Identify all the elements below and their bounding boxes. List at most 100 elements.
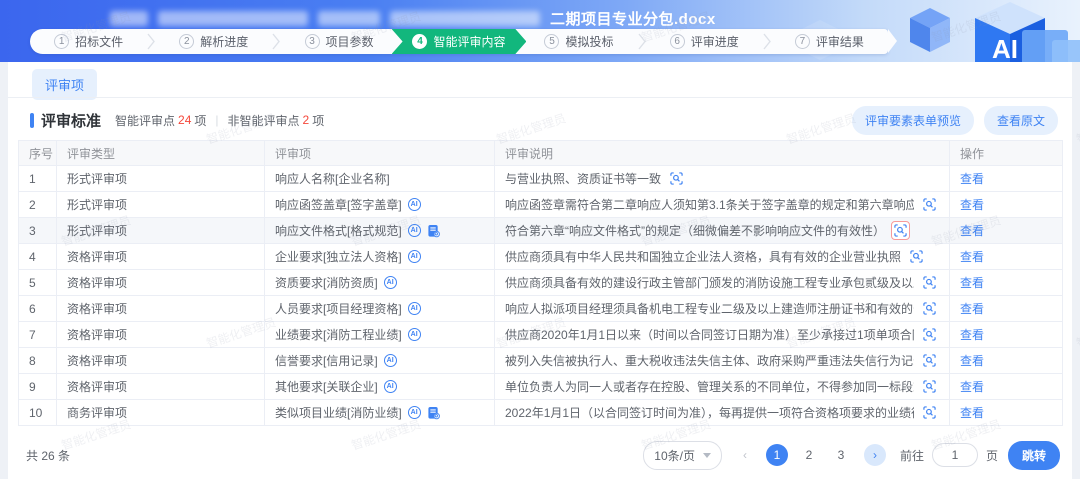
- page-button-3[interactable]: 3: [830, 444, 852, 466]
- document-title: 二期项目专业分包.docx: [550, 8, 716, 29]
- non-smart-points-unit: 项: [312, 112, 324, 129]
- goto-page-input[interactable]: [932, 443, 978, 467]
- step-6-review-progress[interactable]: 6 评审进度: [646, 29, 763, 54]
- prev-page-button[interactable]: ‹: [734, 444, 756, 466]
- step-number: 7: [795, 34, 810, 49]
- table-row[interactable]: 5 资格评审项 资质要求[消防资质]AI 供应商须具备有效的建设行政主管部门颁发…: [19, 270, 1063, 296]
- redacted-text-block: [390, 11, 540, 26]
- cell-type: 资格评审项: [57, 374, 265, 400]
- jump-button[interactable]: 跳转: [1008, 441, 1060, 470]
- pagination-bar: 共 26 条 10条/页 ‹ 1 2 3 › 前往 页 跳转: [18, 441, 1060, 469]
- page-unit-label: 页: [986, 447, 998, 464]
- view-link[interactable]: 查看: [960, 354, 984, 368]
- cell-desc: 与营业执照、资质证书等一致: [495, 166, 950, 192]
- review-form-preview-button[interactable]: 评审要素表单预览: [852, 106, 974, 135]
- view-link[interactable]: 查看: [960, 198, 984, 212]
- step-label: 解析进度: [200, 33, 248, 50]
- cell-item: 响应人名称[企业名称]: [265, 166, 495, 192]
- page-button-2[interactable]: 2: [798, 444, 820, 466]
- view-original-button[interactable]: 查看原文: [984, 106, 1058, 135]
- chevron-right-icon: [147, 33, 155, 50]
- locate-in-document-icon[interactable]: [920, 351, 939, 370]
- step-number: 2: [179, 34, 194, 49]
- step-5-mock-bidding[interactable]: 5 模拟投标: [520, 29, 637, 54]
- cell-no: 7: [19, 322, 57, 348]
- table-row[interactable]: 1 形式评审项 响应人名称[企业名称] 与营业执照、资质证书等一致 查看: [19, 166, 1063, 192]
- cell-type: 形式评审项: [57, 166, 265, 192]
- locate-in-document-icon[interactable]: [920, 299, 939, 318]
- stat-divider: |: [215, 113, 218, 127]
- cell-action: 查看: [950, 348, 1063, 374]
- table-row[interactable]: 2 形式评审项 响应函签盖章[签字盖章]AI 响应函签章需符合第二章响应人须知第…: [19, 192, 1063, 218]
- locate-in-document-icon[interactable]: [907, 247, 926, 266]
- item-text: 响应文件格式[格式规范]: [275, 222, 402, 239]
- locate-in-document-icon[interactable]: [920, 325, 939, 344]
- cell-desc: 响应人拟派项目经理须具备机电工程专业二级及以上建造师注册证书和有效的安全生产考核…: [495, 296, 950, 322]
- view-link[interactable]: 查看: [960, 302, 984, 316]
- redacted-text-block: [110, 11, 148, 26]
- cell-type: 资格评审项: [57, 322, 265, 348]
- cell-item: 人员要求[项目经理资格]AI: [265, 296, 495, 322]
- cell-type: 资格评审项: [57, 270, 265, 296]
- cell-action: 查看: [950, 192, 1063, 218]
- view-link[interactable]: 查看: [960, 172, 984, 186]
- ai-review-icon: AI: [408, 302, 421, 315]
- view-link[interactable]: 查看: [960, 224, 984, 238]
- step-2-parse-progress[interactable]: 2 解析进度: [155, 29, 272, 54]
- cell-action: 查看: [950, 400, 1063, 426]
- table-row[interactable]: 10 商务评审项 类似项目业绩[消防业绩]AI 2022年1月1日（以合同签订时…: [19, 400, 1063, 426]
- document-check-icon: [427, 224, 440, 238]
- table-row[interactable]: 6 资格评审项 人员要求[项目经理资格]AI 响应人拟派项目经理须具备机电工程专…: [19, 296, 1063, 322]
- cell-type: 资格评审项: [57, 244, 265, 270]
- item-text: 其他要求[关联企业]: [275, 378, 378, 395]
- locate-in-document-icon[interactable]: [920, 403, 939, 422]
- table-row[interactable]: 7 资格评审项 业绩要求[消防工程业绩]AI 供应商2020年1月1日以来（时间…: [19, 322, 1063, 348]
- ai-review-icon: AI: [384, 380, 397, 393]
- table-row[interactable]: 4 资格评审项 企业要求[独立法人资格]AI 供应商须具有中华人民共和国独立企业…: [19, 244, 1063, 270]
- view-link[interactable]: 查看: [960, 276, 984, 290]
- document-check-icon: [427, 406, 440, 420]
- step-number: 3: [305, 34, 320, 49]
- cell-item: 类似项目业绩[消防业绩]AI: [265, 400, 495, 426]
- tab-review-items[interactable]: 评审项: [32, 69, 97, 100]
- step-3-project-params[interactable]: 3 项目参数: [280, 29, 397, 54]
- table-row-highlighted[interactable]: 3 形式评审项 响应文件格式[格式规范]AI 符合第六章“响应文件格式”的规定（…: [19, 218, 1063, 244]
- item-text: 信誉要求[信用记录]: [275, 352, 378, 369]
- locate-in-document-icon-highlighted[interactable]: [891, 221, 910, 240]
- item-text: 响应函签盖章[签字盖章]: [275, 196, 402, 213]
- locate-in-document-icon[interactable]: [920, 195, 939, 214]
- cell-action: 查看: [950, 296, 1063, 322]
- locate-in-document-icon[interactable]: [667, 169, 686, 188]
- view-link[interactable]: 查看: [960, 250, 984, 264]
- cell-item: 其他要求[关联企业] AI: [265, 374, 495, 400]
- page-size-select[interactable]: 10条/页: [643, 441, 722, 470]
- cell-no: 10: [19, 400, 57, 426]
- view-link[interactable]: 查看: [960, 406, 984, 420]
- page-button-1[interactable]: 1: [766, 444, 788, 466]
- table-row[interactable]: 8 资格评审项 信誉要求[信用记录]AI 被列入失信被执行人、重大税收违法失信主…: [19, 348, 1063, 374]
- step-label: 评审结果: [816, 33, 864, 50]
- next-page-button[interactable]: ›: [864, 444, 886, 466]
- divider: [8, 97, 1072, 98]
- top-banner: 二期项目专业分包.docx AI 1 招标文件 2 解析进度 3 项目参数 4 …: [0, 0, 1080, 62]
- cell-item: 业绩要求[消防工程业绩]AI: [265, 322, 495, 348]
- step-1-bid-documents[interactable]: 1 招标文件: [30, 29, 147, 54]
- cell-action: 查看: [950, 322, 1063, 348]
- table-row[interactable]: 9 资格评审项 其他要求[关联企业]AI 单位负责人为同一人或者存在控股、管理关…: [19, 374, 1063, 400]
- smart-points-unit: 项: [194, 112, 206, 129]
- chevron-down-icon: [703, 453, 711, 458]
- desc-text: 供应商须具有中华人民共和国独立企业法人资格，具有有效的企业营业执照: [505, 248, 901, 265]
- step-label: 智能评审内容: [433, 33, 505, 50]
- step-7-review-result[interactable]: 7 评审结果: [771, 29, 888, 54]
- ai-review-icon: AI: [408, 198, 421, 211]
- ai-review-icon: AI: [384, 354, 397, 367]
- step-4-smart-review-content[interactable]: 4 智能评审内容: [392, 29, 527, 54]
- view-link[interactable]: 查看: [960, 328, 984, 342]
- view-link[interactable]: 查看: [960, 380, 984, 394]
- locate-in-document-icon[interactable]: [920, 273, 939, 292]
- cell-desc: 响应函签章需符合第二章响应人须知第3.1条关于签字盖章的规定和第六章响应文件格式…: [495, 192, 950, 218]
- cell-item: 企业要求[独立法人资格]AI: [265, 244, 495, 270]
- goto-label: 前往: [900, 447, 924, 464]
- col-review-description: 评审说明: [495, 141, 950, 166]
- locate-in-document-icon[interactable]: [920, 377, 939, 396]
